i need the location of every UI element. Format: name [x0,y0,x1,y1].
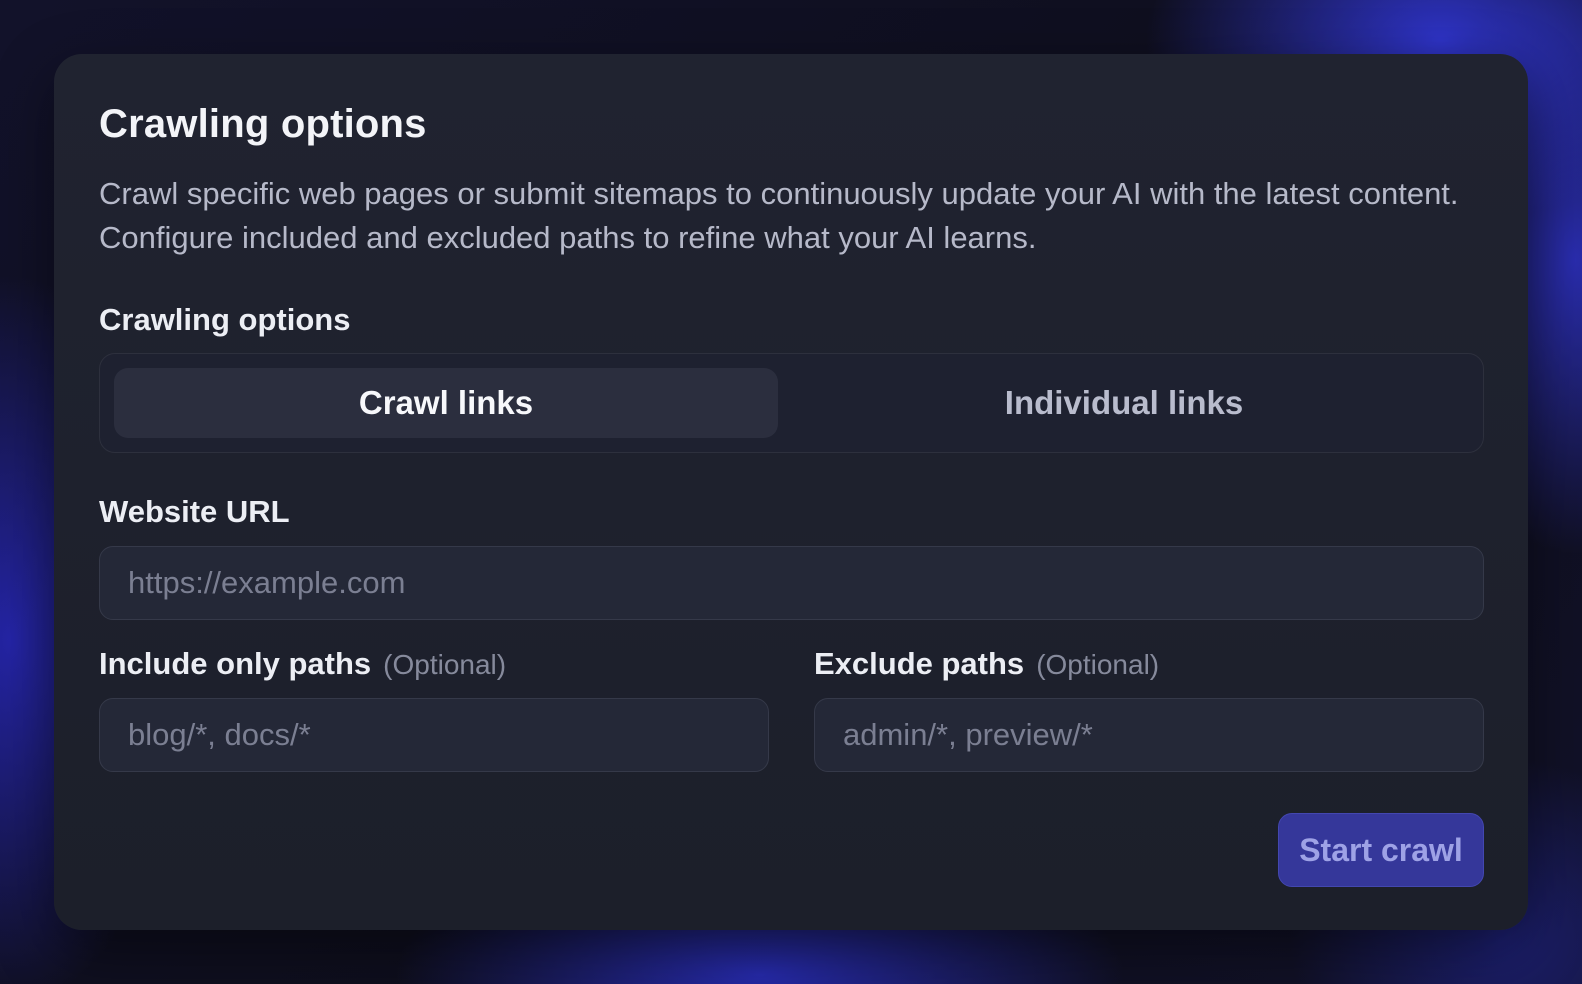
card-title: Crawling options [99,102,427,146]
exclude-paths-optional-hint: (Optional) [1036,649,1160,680]
website-url-input[interactable] [99,546,1484,620]
include-paths-label: Include only paths (Optional) [99,646,506,682]
exclude-paths-input[interactable] [814,698,1484,772]
start-crawl-button[interactable]: Start crawl [1278,813,1484,887]
crawling-options-card: Crawling options Crawl specific web page… [54,54,1528,930]
include-paths-label-text: Include only paths [99,646,372,681]
website-url-label: Website URL [99,494,290,529]
crawl-mode-label: Crawling options [99,302,351,337]
exclude-paths-label: Exclude paths (Optional) [814,646,1159,682]
include-paths-input[interactable] [99,698,769,772]
crawl-mode-toggle: Crawl links Individual links [99,353,1484,453]
include-paths-optional-hint: (Optional) [383,649,507,680]
card-description: Crawl specific web pages or submit sitem… [99,176,1459,255]
exclude-paths-label-text: Exclude paths [814,646,1025,681]
crawl-links-tab[interactable]: Crawl links [114,368,778,438]
individual-links-tab[interactable]: Individual links [792,368,1456,438]
